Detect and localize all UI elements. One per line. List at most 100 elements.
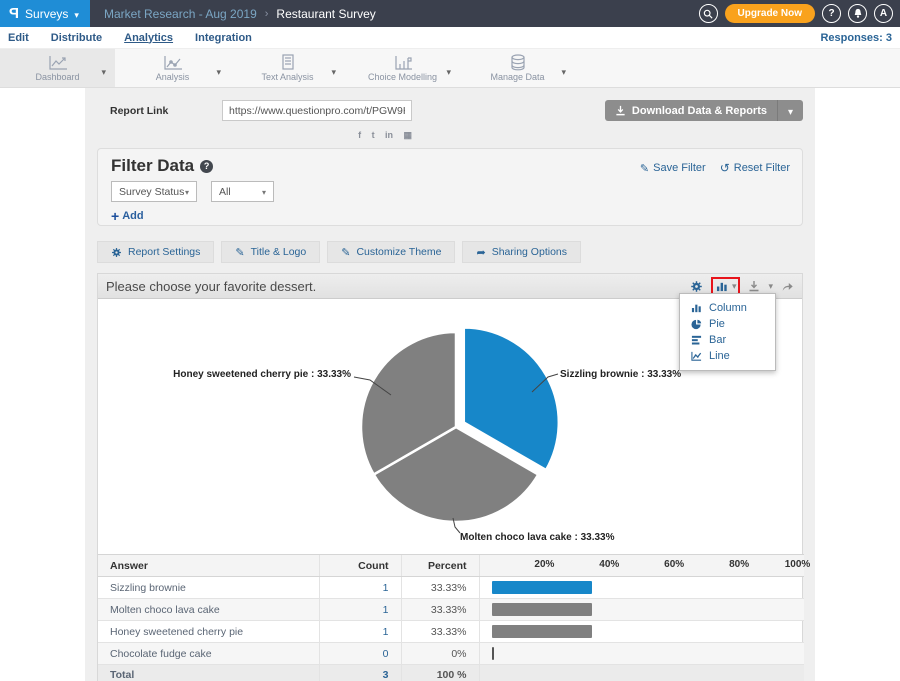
percent-bar [492, 581, 592, 594]
product-switcher[interactable]: P Surveys [0, 0, 90, 27]
nav-analytics[interactable]: Analytics [124, 32, 173, 44]
twitter-icon[interactable]: t [372, 130, 375, 140]
help-icon[interactable] [200, 160, 213, 173]
percent-cell: 0% [401, 643, 479, 665]
pencil-icon [341, 246, 350, 259]
table-header-row: Answer Count Percent 20% 40% 60% 80% 100… [98, 555, 804, 577]
menu-item-pie[interactable]: Pie [680, 316, 775, 332]
plus-icon [111, 208, 119, 224]
chevron-down-icon[interactable] [732, 281, 737, 292]
chevron-down-icon [788, 102, 793, 120]
gear-icon [111, 247, 122, 258]
bar-cell [479, 643, 804, 665]
chart-type-button[interactable] [715, 279, 729, 293]
share-arrow-icon [781, 280, 794, 292]
chevron-down-icon[interactable] [446, 62, 451, 80]
answer-cell: Honey sweetened cherry pie [98, 621, 319, 643]
toolbar-item-text-analysis[interactable]: Text Analysis [230, 49, 345, 87]
tab-sharing-options[interactable]: Sharing Options [462, 241, 581, 263]
bar-chart-icon [691, 335, 702, 345]
report-tabs: Report Settings Title & Logo Customize T… [97, 241, 803, 263]
table-row: Molten choco lava cake 1 33.33% [98, 599, 804, 621]
answer-cell: Chocolate fudge cake [98, 643, 319, 665]
breadcrumb-survey: Restaurant Survey [276, 7, 375, 21]
count-cell[interactable]: 1 [319, 621, 401, 643]
linkedin-icon[interactable]: in [385, 130, 393, 140]
facebook-icon[interactable]: f [358, 130, 361, 140]
survey-status-select[interactable]: Survey Status [111, 181, 197, 202]
download-icon [615, 105, 626, 116]
chart-type-menu: Column Pie Bar [679, 293, 776, 371]
total-bar-cell [479, 665, 804, 681]
chevron-down-icon[interactable] [101, 62, 106, 80]
percent-bar [492, 647, 494, 660]
dashboard-chart-icon [47, 55, 69, 71]
tab-title-logo[interactable]: Title & Logo [221, 241, 320, 263]
total-label: Total [98, 665, 319, 681]
avatar[interactable]: A [874, 4, 893, 23]
status-value-select[interactable]: All [211, 181, 274, 202]
percent-cell: 33.33% [401, 621, 479, 643]
toolbar-item-choice-modelling[interactable]: Choice Modelling [345, 49, 460, 87]
pie-chart-icon [691, 319, 702, 330]
count-cell[interactable]: 0 [319, 643, 401, 665]
menu-item-column[interactable]: Column [680, 300, 775, 316]
tab-customize-theme[interactable]: Customize Theme [327, 241, 455, 263]
breadcrumb: Market Research - Aug 2019 › Restaurant … [104, 7, 376, 21]
analytics-toolbar: Dashboard Analysis Text Analysis Choice … [0, 48, 900, 88]
add-filter-button[interactable]: Add [111, 208, 144, 224]
toolbar-item-dashboard[interactable]: Dashboard [0, 49, 115, 87]
chevron-down-icon[interactable] [561, 62, 566, 80]
header-scale: 20% 40% 60% 80% 100% [479, 555, 804, 577]
question-title: Please choose your favorite dessert. [106, 279, 316, 294]
toolbar-item-manage-data[interactable]: Manage Data [460, 49, 575, 87]
save-filter-button[interactable]: Save Filter [640, 161, 706, 175]
download-data-reports-button[interactable]: Download Data & Reports [605, 100, 803, 121]
pie-label-molten: Molten choco lava cake : 33.33% [460, 532, 615, 543]
percent-cell: 33.33% [401, 599, 479, 621]
analysis-chart-icon [162, 55, 184, 71]
percent-bar [492, 603, 592, 616]
count-cell[interactable]: 1 [319, 577, 401, 599]
download-chart-button[interactable] [747, 279, 761, 293]
percent-cell: 33.33% [401, 577, 479, 599]
scale-20: 20% [534, 559, 554, 570]
filter-selects: Survey Status All [111, 181, 274, 202]
report-link-input[interactable] [222, 100, 412, 121]
chart-settings-button[interactable] [690, 279, 704, 293]
reset-icon [720, 161, 730, 175]
reset-filter-button[interactable]: Reset Filter [720, 161, 790, 175]
chevron-down-icon[interactable] [768, 281, 773, 292]
answer-cell: Sizzling brownie [98, 577, 319, 599]
download-options-caret[interactable] [777, 100, 803, 121]
count-cell[interactable]: 1 [319, 599, 401, 621]
breadcrumb-folder[interactable]: Market Research - Aug 2019 [104, 7, 257, 21]
notifications-button[interactable] [848, 4, 867, 23]
column-chart-icon [716, 281, 728, 292]
menu-item-bar[interactable]: Bar [680, 332, 775, 348]
chevron-down-icon[interactable] [331, 62, 336, 80]
nav-distribute[interactable]: Distribute [51, 32, 102, 44]
nav-integration[interactable]: Integration [195, 32, 252, 44]
line-chart-icon [691, 351, 702, 361]
answer-cell: Molten choco lava cake [98, 599, 319, 621]
menu-item-line[interactable]: Line [680, 348, 775, 364]
report-link-row: Report Link f t in ▦ Download Data & Rep… [97, 100, 803, 146]
upgrade-now-button[interactable]: Upgrade Now [725, 4, 815, 23]
nav-edit[interactable]: Edit [8, 32, 29, 44]
choice-modelling-icon [392, 55, 414, 71]
pie-label-honey: Honey sweetened cherry pie : 33.33% [173, 369, 351, 380]
chevron-down-icon [262, 186, 266, 198]
tab-report-settings[interactable]: Report Settings [97, 241, 214, 263]
dashboard-content: Report Link f t in ▦ Download Data & Rep… [85, 88, 815, 681]
responses-count[interactable]: Responses: 3 [820, 32, 892, 44]
search-icon [703, 9, 713, 19]
search-button[interactable] [699, 4, 718, 23]
help-button[interactable]: ? [822, 4, 841, 23]
embed-icon[interactable]: ▦ [403, 130, 412, 141]
chevron-down-icon[interactable] [216, 62, 221, 80]
share-chart-button[interactable] [780, 279, 794, 293]
toolbar-item-analysis[interactable]: Analysis [115, 49, 230, 87]
total-count: 3 [319, 665, 401, 681]
filter-data-panel: Filter Data Save Filter Reset Filter Sur… [97, 148, 803, 226]
